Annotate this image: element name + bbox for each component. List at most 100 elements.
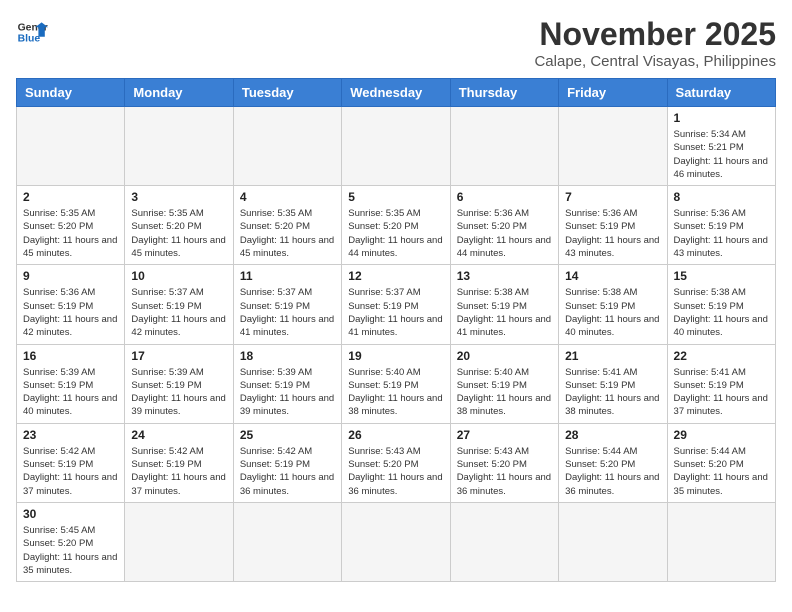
calendar-week-row: 30 Sunrise: 5:45 AM Sunset: 5:20 PM Dayli… bbox=[17, 502, 776, 581]
day-number: 26 bbox=[348, 428, 443, 442]
day-info: Sunrise: 5:38 AM Sunset: 5:19 PM Dayligh… bbox=[457, 286, 552, 339]
day-number: 22 bbox=[674, 349, 769, 363]
calendar-cell: 10 Sunrise: 5:37 AM Sunset: 5:19 PM Dayli… bbox=[125, 265, 233, 344]
day-info: Sunrise: 5:40 AM Sunset: 5:19 PM Dayligh… bbox=[348, 366, 443, 419]
calendar-cell: 3 Sunrise: 5:35 AM Sunset: 5:20 PM Daylig… bbox=[125, 186, 233, 265]
day-number: 23 bbox=[23, 428, 118, 442]
day-info: Sunrise: 5:36 AM Sunset: 5:19 PM Dayligh… bbox=[565, 207, 660, 260]
day-info: Sunrise: 5:35 AM Sunset: 5:20 PM Dayligh… bbox=[23, 207, 118, 260]
calendar-cell bbox=[450, 107, 558, 186]
day-info: Sunrise: 5:36 AM Sunset: 5:19 PM Dayligh… bbox=[23, 286, 118, 339]
day-info: Sunrise: 5:36 AM Sunset: 5:19 PM Dayligh… bbox=[674, 207, 769, 260]
weekday-header-row: SundayMondayTuesdayWednesdayThursdayFrid… bbox=[17, 79, 776, 107]
weekday-header-saturday: Saturday bbox=[667, 79, 775, 107]
day-info: Sunrise: 5:43 AM Sunset: 5:20 PM Dayligh… bbox=[348, 445, 443, 498]
day-info: Sunrise: 5:35 AM Sunset: 5:20 PM Dayligh… bbox=[240, 207, 335, 260]
calendar-cell: 26 Sunrise: 5:43 AM Sunset: 5:20 PM Dayli… bbox=[342, 423, 450, 502]
day-number: 5 bbox=[348, 190, 443, 204]
day-info: Sunrise: 5:44 AM Sunset: 5:20 PM Dayligh… bbox=[565, 445, 660, 498]
calendar-cell bbox=[17, 107, 125, 186]
day-number: 21 bbox=[565, 349, 660, 363]
weekday-header-wednesday: Wednesday bbox=[342, 79, 450, 107]
day-info: Sunrise: 5:42 AM Sunset: 5:19 PM Dayligh… bbox=[23, 445, 118, 498]
calendar-cell: 24Sunrise: 5:42 AM Sunset: 5:19 PM Dayli… bbox=[125, 423, 233, 502]
calendar-cell bbox=[559, 502, 667, 581]
calendar-cell: 28 Sunrise: 5:44 AM Sunset: 5:20 PM Dayli… bbox=[559, 423, 667, 502]
day-number: 18 bbox=[240, 349, 335, 363]
calendar-cell bbox=[342, 107, 450, 186]
day-info: Sunrise: 5:38 AM Sunset: 5:19 PM Dayligh… bbox=[565, 286, 660, 339]
calendar-cell: 25 Sunrise: 5:42 AM Sunset: 5:19 PM Dayli… bbox=[233, 423, 341, 502]
day-number: 10 bbox=[131, 269, 226, 283]
weekday-header-monday: Monday bbox=[125, 79, 233, 107]
day-number: 15 bbox=[674, 269, 769, 283]
calendar-cell bbox=[233, 502, 341, 581]
day-info: Sunrise: 5:39 AM Sunset: 5:19 PM Dayligh… bbox=[240, 366, 335, 419]
calendar-cell bbox=[125, 502, 233, 581]
day-info: Sunrise: 5:41 AM Sunset: 5:19 PM Dayligh… bbox=[674, 366, 769, 419]
calendar-cell: 21 Sunrise: 5:41 AM Sunset: 5:19 PM Dayli… bbox=[559, 344, 667, 423]
calendar-cell: 17Sunrise: 5:39 AM Sunset: 5:19 PM Dayli… bbox=[125, 344, 233, 423]
calendar-cell: 9 Sunrise: 5:36 AM Sunset: 5:19 PM Daylig… bbox=[17, 265, 125, 344]
day-number: 16 bbox=[23, 349, 118, 363]
day-number: 24 bbox=[131, 428, 226, 442]
calendar-cell: 22 Sunrise: 5:41 AM Sunset: 5:19 PM Dayli… bbox=[667, 344, 775, 423]
day-info: Sunrise: 5:37 AM Sunset: 5:19 PM Dayligh… bbox=[240, 286, 335, 339]
calendar-cell bbox=[559, 107, 667, 186]
day-info: Sunrise: 5:35 AM Sunset: 5:20 PM Dayligh… bbox=[348, 207, 443, 260]
calendar-cell: 5 Sunrise: 5:35 AM Sunset: 5:20 PM Daylig… bbox=[342, 186, 450, 265]
calendar-cell: 12Sunrise: 5:37 AM Sunset: 5:19 PM Dayli… bbox=[342, 265, 450, 344]
day-number: 6 bbox=[457, 190, 552, 204]
day-info: Sunrise: 5:41 AM Sunset: 5:19 PM Dayligh… bbox=[565, 366, 660, 419]
day-number: 8 bbox=[674, 190, 769, 204]
day-number: 3 bbox=[131, 190, 226, 204]
logo-icon: General Blue bbox=[16, 16, 48, 48]
calendar-cell: 13Sunrise: 5:38 AM Sunset: 5:19 PM Dayli… bbox=[450, 265, 558, 344]
day-info: Sunrise: 5:44 AM Sunset: 5:20 PM Dayligh… bbox=[674, 445, 769, 498]
calendar-cell: 15 Sunrise: 5:38 AM Sunset: 5:19 PM Dayli… bbox=[667, 265, 775, 344]
month-title: November 2025 bbox=[534, 16, 776, 53]
day-info: Sunrise: 5:36 AM Sunset: 5:20 PM Dayligh… bbox=[457, 207, 552, 260]
logo: General Blue bbox=[16, 16, 48, 48]
calendar-week-row: 2Sunrise: 5:35 AM Sunset: 5:20 PM Daylig… bbox=[17, 186, 776, 265]
day-info: Sunrise: 5:35 AM Sunset: 5:20 PM Dayligh… bbox=[131, 207, 226, 260]
calendar-week-row: 16 Sunrise: 5:39 AM Sunset: 5:19 PM Dayli… bbox=[17, 344, 776, 423]
day-info: Sunrise: 5:45 AM Sunset: 5:20 PM Dayligh… bbox=[23, 524, 118, 577]
day-info: Sunrise: 5:37 AM Sunset: 5:19 PM Dayligh… bbox=[131, 286, 226, 339]
calendar-cell: 8 Sunrise: 5:36 AM Sunset: 5:19 PM Daylig… bbox=[667, 186, 775, 265]
day-number: 30 bbox=[23, 507, 118, 521]
calendar-cell: 11 Sunrise: 5:37 AM Sunset: 5:19 PM Dayli… bbox=[233, 265, 341, 344]
calendar-cell: 14Sunrise: 5:38 AM Sunset: 5:19 PM Dayli… bbox=[559, 265, 667, 344]
day-number: 28 bbox=[565, 428, 660, 442]
page-header: General Blue November 2025 Calape, Centr… bbox=[16, 16, 776, 70]
svg-text:Blue: Blue bbox=[18, 34, 41, 45]
day-number: 9 bbox=[23, 269, 118, 283]
day-number: 11 bbox=[240, 269, 335, 283]
calendar-week-row: 9 Sunrise: 5:36 AM Sunset: 5:19 PM Daylig… bbox=[17, 265, 776, 344]
day-number: 27 bbox=[457, 428, 552, 442]
weekday-header-sunday: Sunday bbox=[17, 79, 125, 107]
location-title: Calape, Central Visayas, Philippines bbox=[534, 53, 776, 70]
day-number: 25 bbox=[240, 428, 335, 442]
day-number: 1 bbox=[674, 111, 769, 125]
calendar-cell: 27 Sunrise: 5:43 AM Sunset: 5:20 PM Dayli… bbox=[450, 423, 558, 502]
calendar-cell bbox=[342, 502, 450, 581]
calendar-cell: 4 Sunrise: 5:35 AM Sunset: 5:20 PM Daylig… bbox=[233, 186, 341, 265]
calendar-cell bbox=[125, 107, 233, 186]
calendar-cell: 20Sunrise: 5:40 AM Sunset: 5:19 PM Dayli… bbox=[450, 344, 558, 423]
calendar-cell: 19Sunrise: 5:40 AM Sunset: 5:19 PM Dayli… bbox=[342, 344, 450, 423]
day-info: Sunrise: 5:43 AM Sunset: 5:20 PM Dayligh… bbox=[457, 445, 552, 498]
day-info: Sunrise: 5:38 AM Sunset: 5:19 PM Dayligh… bbox=[674, 286, 769, 339]
calendar-cell: 23 Sunrise: 5:42 AM Sunset: 5:19 PM Dayli… bbox=[17, 423, 125, 502]
calendar-cell bbox=[450, 502, 558, 581]
day-number: 4 bbox=[240, 190, 335, 204]
weekday-header-friday: Friday bbox=[559, 79, 667, 107]
calendar-cell bbox=[233, 107, 341, 186]
day-info: Sunrise: 5:39 AM Sunset: 5:19 PM Dayligh… bbox=[131, 366, 226, 419]
calendar-cell: 2Sunrise: 5:35 AM Sunset: 5:20 PM Daylig… bbox=[17, 186, 125, 265]
day-number: 7 bbox=[565, 190, 660, 204]
calendar-cell: 7 Sunrise: 5:36 AM Sunset: 5:19 PM Daylig… bbox=[559, 186, 667, 265]
day-info: Sunrise: 5:42 AM Sunset: 5:19 PM Dayligh… bbox=[240, 445, 335, 498]
title-section: November 2025 Calape, Central Visayas, P… bbox=[534, 16, 776, 70]
calendar-week-row: 1Sunrise: 5:34 AM Sunset: 5:21 PM Daylig… bbox=[17, 107, 776, 186]
